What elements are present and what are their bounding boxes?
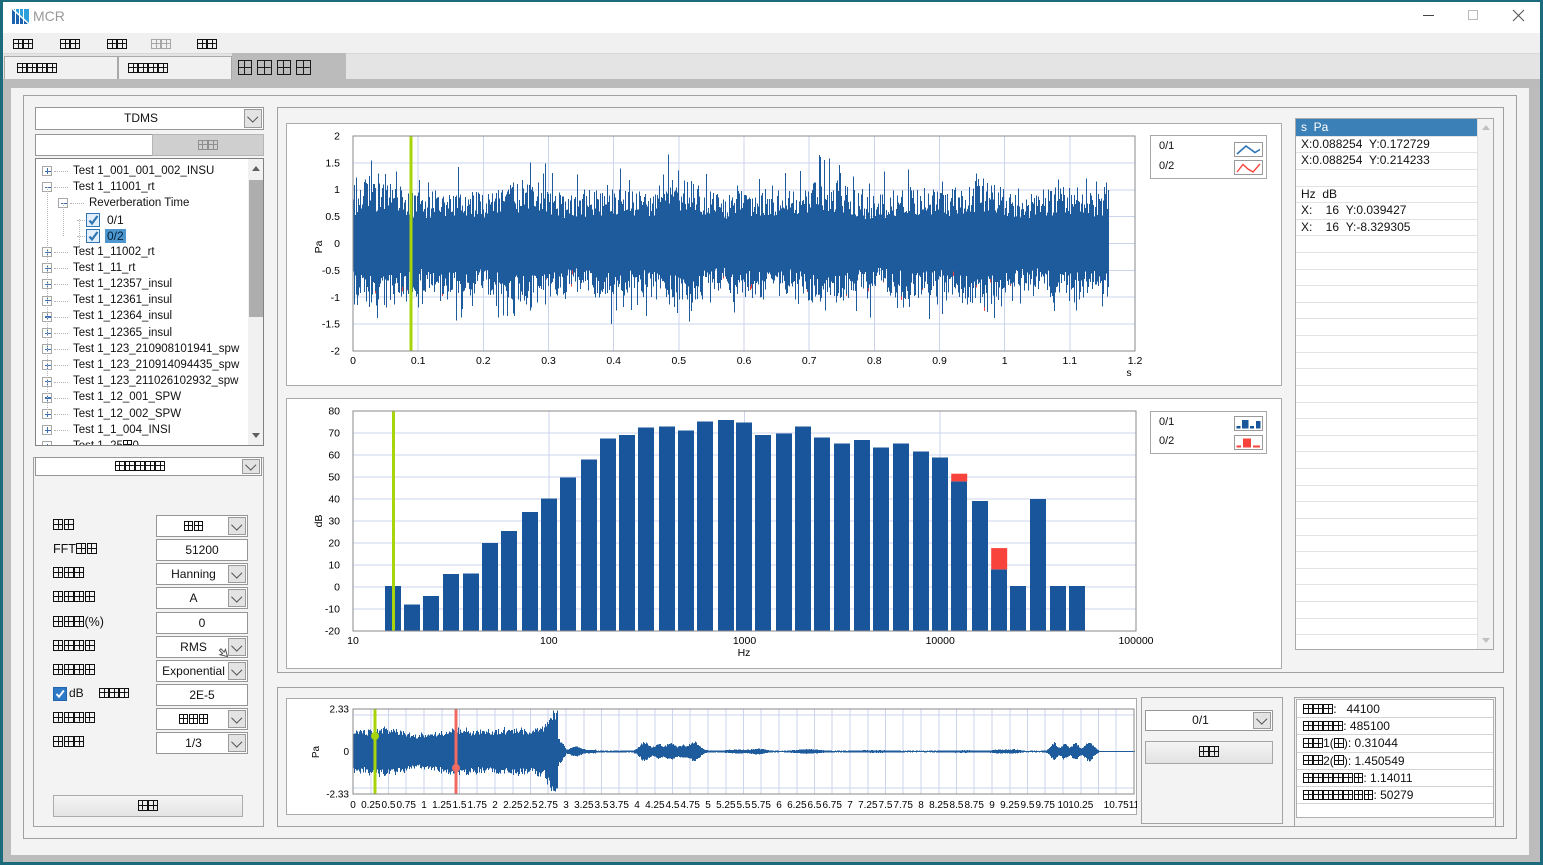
svg-text:10: 10 (328, 560, 340, 572)
svg-text:9: 9 (989, 800, 995, 811)
svg-text:0.6: 0.6 (737, 355, 752, 367)
svg-text:0.75: 0.75 (396, 800, 416, 811)
svg-text:10.75: 10.75 (1104, 800, 1129, 811)
svg-text:4.25: 4.25 (645, 800, 665, 811)
svg-text:100000: 100000 (1118, 635, 1153, 647)
svg-text:-20: -20 (325, 626, 340, 638)
svg-text:2.75: 2.75 (538, 800, 558, 811)
svg-text:0.25: 0.25 (361, 800, 381, 811)
svg-text:0.5: 0.5 (325, 211, 340, 223)
svg-text:4.5: 4.5 (666, 800, 680, 811)
svg-text:40: 40 (328, 494, 340, 506)
svg-text:0: 0 (350, 355, 356, 367)
svg-text:8: 8 (918, 800, 924, 811)
svg-text:60: 60 (328, 450, 340, 462)
svg-text:-1.5: -1.5 (322, 319, 340, 331)
svg-text:1.5: 1.5 (453, 800, 467, 811)
svg-text:80: 80 (328, 406, 340, 418)
svg-text:2.25: 2.25 (503, 800, 523, 811)
svg-text:10000: 10000 (926, 635, 955, 647)
svg-text:0: 0 (334, 238, 340, 250)
svg-text:10: 10 (1057, 800, 1069, 811)
svg-text:9.25: 9.25 (1000, 800, 1020, 811)
svg-text:0.2: 0.2 (476, 355, 491, 367)
svg-text:2.5: 2.5 (524, 800, 538, 811)
svg-text:10: 10 (347, 635, 359, 647)
svg-text:0.1: 0.1 (411, 355, 426, 367)
svg-text:-0.5: -0.5 (322, 265, 340, 277)
svg-text:3: 3 (563, 800, 569, 811)
svg-text:9.5: 9.5 (1021, 800, 1035, 811)
svg-text:Pa: Pa (313, 240, 325, 253)
svg-text:10.25: 10.25 (1068, 800, 1093, 811)
svg-text:8.5: 8.5 (950, 800, 964, 811)
svg-text:1.2: 1.2 (1128, 355, 1143, 367)
svg-text:0: 0 (343, 747, 349, 758)
svg-text:5.25: 5.25 (716, 800, 736, 811)
svg-text:1: 1 (334, 184, 340, 196)
svg-text:20: 20 (328, 538, 340, 550)
svg-text:dB: dB (313, 515, 325, 528)
svg-text:8.25: 8.25 (929, 800, 949, 811)
svg-text:100: 100 (540, 635, 558, 647)
svg-text:2.33: 2.33 (330, 705, 350, 716)
svg-text:0.3: 0.3 (541, 355, 556, 367)
svg-text:0: 0 (350, 800, 356, 811)
svg-text:1.5: 1.5 (325, 157, 340, 169)
svg-text:6.5: 6.5 (808, 800, 822, 811)
svg-text:0.8: 0.8 (867, 355, 882, 367)
svg-text:0.5: 0.5 (671, 355, 686, 367)
svg-text:-2: -2 (331, 346, 340, 358)
svg-text:Hz: Hz (738, 647, 751, 659)
svg-text:5.75: 5.75 (751, 800, 771, 811)
svg-text:70: 70 (328, 428, 340, 440)
svg-text:1: 1 (421, 800, 427, 811)
svg-text:5: 5 (705, 800, 711, 811)
svg-text:-1: -1 (331, 292, 340, 304)
svg-text:0.7: 0.7 (802, 355, 817, 367)
svg-text:11: 11 (1129, 800, 1137, 811)
svg-text:50: 50 (328, 472, 340, 484)
svg-text:1.1: 1.1 (1062, 355, 1077, 367)
svg-text:6.25: 6.25 (787, 800, 807, 811)
svg-text:6.75: 6.75 (822, 800, 842, 811)
svg-text:1.25: 1.25 (432, 800, 452, 811)
svg-text:1000: 1000 (733, 635, 757, 647)
svg-text:1.75: 1.75 (467, 800, 487, 811)
svg-text:3.5: 3.5 (595, 800, 609, 811)
svg-text:4.75: 4.75 (680, 800, 700, 811)
svg-text:-2.33: -2.33 (326, 790, 349, 801)
svg-text:2: 2 (492, 800, 498, 811)
svg-text:4: 4 (634, 800, 640, 811)
svg-text:s: s (1126, 367, 1131, 379)
svg-text:1: 1 (1002, 355, 1008, 367)
svg-text:7.25: 7.25 (858, 800, 878, 811)
svg-text:2: 2 (334, 131, 340, 143)
svg-text:9.75: 9.75 (1035, 800, 1055, 811)
svg-text:7.75: 7.75 (893, 800, 913, 811)
svg-text:5.5: 5.5 (737, 800, 751, 811)
svg-text:8.75: 8.75 (964, 800, 984, 811)
svg-text:7.5: 7.5 (879, 800, 893, 811)
svg-text:0.5: 0.5 (382, 800, 396, 811)
svg-text:0.4: 0.4 (606, 355, 621, 367)
svg-text:3.25: 3.25 (574, 800, 594, 811)
svg-text:6: 6 (776, 800, 782, 811)
svg-text:-10: -10 (325, 604, 340, 616)
svg-text:7: 7 (847, 800, 853, 811)
svg-text:0: 0 (334, 582, 340, 594)
svg-text:0.9: 0.9 (932, 355, 947, 367)
svg-text:Pa: Pa (311, 745, 322, 758)
svg-text:30: 30 (328, 516, 340, 528)
svg-text:3.75: 3.75 (609, 800, 629, 811)
